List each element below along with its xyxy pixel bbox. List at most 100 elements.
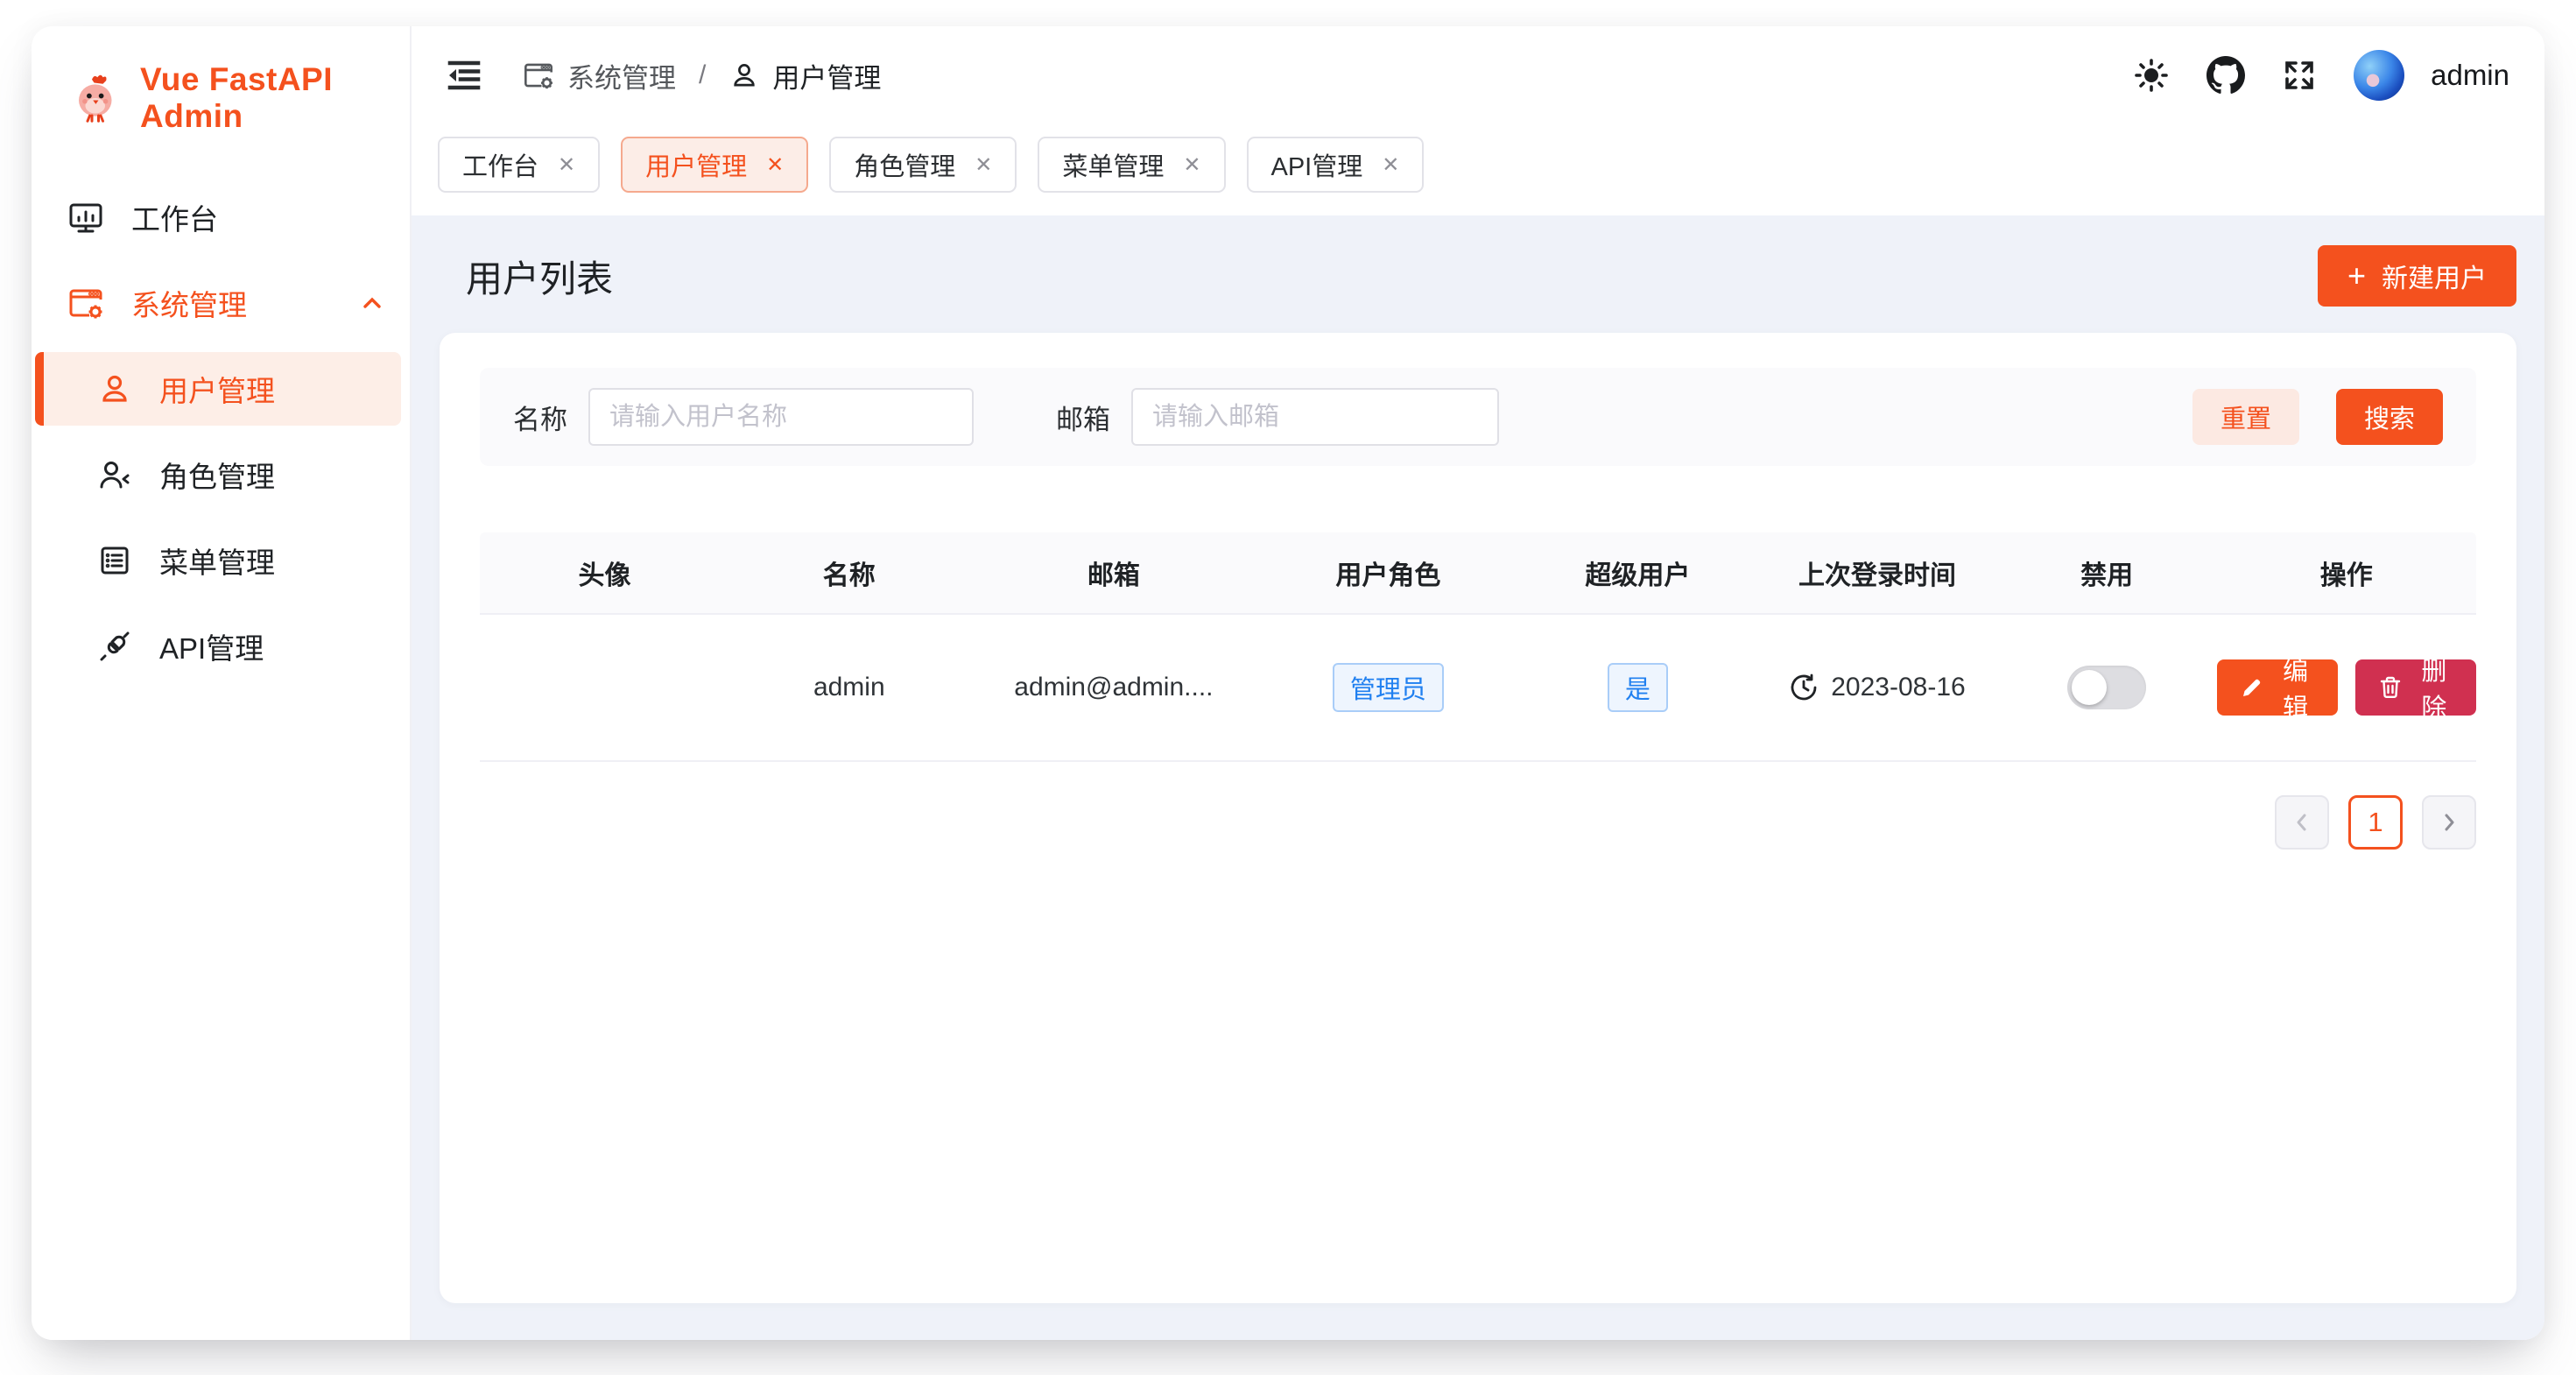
column-header-actions: 操作 xyxy=(2217,554,2476,592)
filter-bar: 名称 邮箱 重置 搜索 xyxy=(480,368,2476,466)
cell-actions: 编辑 删除 xyxy=(2217,659,2476,716)
tab-label: 角色管理 xyxy=(854,146,955,183)
breadcrumb-separator: / xyxy=(699,60,706,90)
close-icon[interactable]: ✕ xyxy=(766,152,784,178)
chick-logo-icon xyxy=(70,72,123,124)
tab-label: API管理 xyxy=(1271,146,1363,183)
name-filter-input[interactable] xyxy=(588,388,974,446)
pencil-icon xyxy=(2240,675,2264,700)
cell-role: 管理员 xyxy=(1258,663,1517,712)
column-header-role: 用户角色 xyxy=(1258,554,1517,592)
cell-disabled xyxy=(1997,666,2217,709)
sidebar-item-workbench[interactable]: 工作台 xyxy=(32,180,410,254)
page-content: 用户列表 + 新建用户 名称 邮箱 重置 搜索 xyxy=(412,215,2544,1340)
superuser-tag: 是 xyxy=(1608,663,1668,712)
page-title: 用户列表 xyxy=(466,250,613,303)
tab-roles[interactable]: 角色管理 ✕ xyxy=(829,137,1017,193)
plus-icon: + xyxy=(2347,260,2366,292)
window-gear-icon xyxy=(522,59,555,92)
user-icon xyxy=(96,370,133,407)
username[interactable]: admin xyxy=(2431,59,2509,92)
api-plug-icon xyxy=(96,628,133,665)
delete-button[interactable]: 删除 xyxy=(2355,659,2476,716)
breadcrumb-item-users[interactable]: 用户管理 xyxy=(728,56,881,95)
breadcrumb-item-system[interactable]: 系统管理 xyxy=(522,56,676,95)
monitor-icon xyxy=(67,198,105,236)
cell-name: admin xyxy=(729,673,969,702)
trash-icon xyxy=(2378,675,2403,700)
tab-menus[interactable]: 菜单管理 ✕ xyxy=(1038,137,1225,193)
sidebar-item-label: 角色管理 xyxy=(159,454,275,496)
app-title: Vue FastAPI Admin xyxy=(140,61,410,135)
tab-workbench[interactable]: 工作台 ✕ xyxy=(438,137,600,193)
chevron-up-icon xyxy=(359,290,385,316)
sidebar: Vue FastAPI Admin 工作台 xyxy=(32,26,412,1340)
github-icon[interactable] xyxy=(2206,56,2245,95)
create-user-button[interactable]: + 新建用户 xyxy=(2318,245,2516,307)
tab-label: 工作台 xyxy=(462,146,538,183)
tab-label: 菜单管理 xyxy=(1062,146,1164,183)
email-filter-input[interactable] xyxy=(1131,388,1499,446)
column-header-avatar: 头像 xyxy=(480,554,729,592)
breadcrumb-label: 系统管理 xyxy=(567,56,676,95)
column-header-disabled: 禁用 xyxy=(1997,554,2217,592)
sidebar-item-system[interactable]: 系统管理 xyxy=(32,266,410,340)
sidebar-menu: 工作台 系统管理 xyxy=(32,180,410,695)
sidebar-item-roles[interactable]: 角色管理 xyxy=(32,438,410,511)
menu-list-icon xyxy=(96,542,133,579)
next-page-button[interactable] xyxy=(2422,795,2476,850)
last-login-value: 2023-08-16 xyxy=(1831,673,1965,702)
theme-sun-icon[interactable] xyxy=(2133,57,2170,94)
table-row: admin admin@admin.... 管理员 是 xyxy=(480,615,2476,762)
edit-button[interactable]: 编辑 xyxy=(2217,659,2338,716)
sidebar-item-label: 工作台 xyxy=(131,196,218,238)
column-header-lastlogin: 上次登录时间 xyxy=(1757,554,1997,592)
app-logo[interactable]: Vue FastAPI Admin xyxy=(32,26,410,135)
sidebar-collapse-icon[interactable] xyxy=(443,54,485,96)
tab-apis[interactable]: API管理 ✕ xyxy=(1247,137,1425,193)
topbar: 系统管理 / 用户管理 xyxy=(412,26,2544,124)
clock-icon xyxy=(1789,673,1819,702)
prev-page-button[interactable] xyxy=(2275,795,2329,850)
user-role-icon xyxy=(96,456,133,493)
sidebar-item-label: 菜单管理 xyxy=(159,539,275,582)
column-header-name: 名称 xyxy=(729,554,969,592)
edit-label: 编辑 xyxy=(2277,651,2315,724)
user-list-card: 名称 邮箱 重置 搜索 头像 名称 邮箱 xyxy=(440,333,2516,1303)
fullscreen-icon[interactable] xyxy=(2282,58,2317,93)
breadcrumb: 系统管理 / 用户管理 xyxy=(522,56,881,95)
sidebar-item-menus[interactable]: 菜单管理 xyxy=(32,524,410,597)
tab-users[interactable]: 用户管理 ✕ xyxy=(621,137,808,193)
close-icon[interactable]: ✕ xyxy=(558,152,575,178)
app-window: Vue FastAPI Admin 工作台 xyxy=(32,26,2544,1340)
create-user-label: 新建用户 xyxy=(2382,257,2487,295)
reset-button[interactable]: 重置 xyxy=(2192,389,2299,445)
page-number-1[interactable]: 1 xyxy=(2348,795,2403,850)
sidebar-item-label: API管理 xyxy=(159,625,264,667)
topbar-actions: admin xyxy=(2133,50,2509,101)
page-header: 用户列表 + 新建用户 xyxy=(412,215,2544,331)
table-header-row: 头像 名称 邮箱 用户角色 超级用户 上次登录时间 禁用 操作 xyxy=(480,532,2476,615)
delete-label: 删除 xyxy=(2415,651,2453,724)
cell-last-login: 2023-08-16 xyxy=(1757,673,1997,702)
sidebar-item-label: 系统管理 xyxy=(131,282,247,324)
column-header-email: 邮箱 xyxy=(969,554,1259,592)
breadcrumb-label: 用户管理 xyxy=(772,56,881,95)
search-button[interactable]: 搜索 xyxy=(2336,389,2443,445)
cell-superuser: 是 xyxy=(1518,663,1758,712)
column-header-superuser: 超级用户 xyxy=(1518,554,1758,592)
close-icon[interactable]: ✕ xyxy=(975,152,992,178)
close-icon[interactable]: ✕ xyxy=(1183,152,1200,178)
sidebar-item-label: 用户管理 xyxy=(159,368,275,410)
disabled-toggle[interactable] xyxy=(2067,666,2146,709)
sidebar-item-users[interactable]: 用户管理 xyxy=(35,352,401,426)
avatar[interactable] xyxy=(2354,50,2404,101)
users-table: 头像 名称 邮箱 用户角色 超级用户 上次登录时间 禁用 操作 admin ad… xyxy=(480,532,2476,762)
close-icon[interactable]: ✕ xyxy=(1382,152,1399,178)
sidebar-item-apis[interactable]: API管理 xyxy=(32,610,410,683)
cell-email: admin@admin.... xyxy=(969,673,1259,702)
main-area: 系统管理 / 用户管理 xyxy=(412,26,2544,1340)
tabbar: 工作台 ✕ 用户管理 ✕ 角色管理 ✕ 菜单管理 ✕ API管理 ✕ xyxy=(412,124,2544,215)
user-icon xyxy=(728,60,760,91)
email-filter-label: 邮箱 xyxy=(1056,398,1110,437)
